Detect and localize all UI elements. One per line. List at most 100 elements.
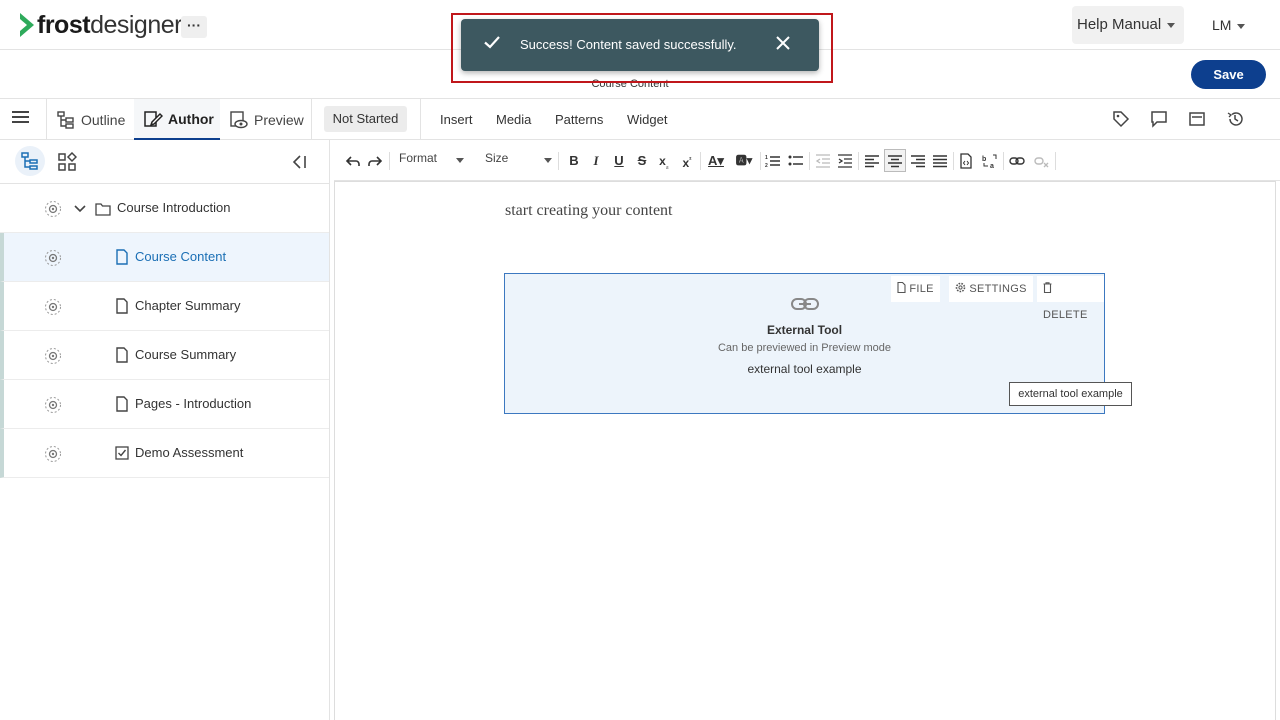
tab-preview-label: Preview bbox=[254, 111, 304, 128]
help-manual-dropdown[interactable]: Help Manual bbox=[1072, 6, 1184, 44]
svg-text:1: 1 bbox=[765, 155, 768, 161]
tree-view-button[interactable] bbox=[15, 146, 45, 176]
user-menu-dropdown[interactable]: LM bbox=[1212, 6, 1252, 44]
page-icon bbox=[116, 249, 128, 265]
tag-icon[interactable] bbox=[1112, 110, 1130, 128]
checkbox-assessment-icon bbox=[115, 446, 129, 460]
layout-icon[interactable] bbox=[1188, 110, 1206, 128]
svg-text:2: 2 bbox=[765, 163, 768, 169]
undo-icon[interactable] bbox=[345, 153, 361, 169]
align-left-icon[interactable] bbox=[864, 153, 880, 169]
gear-icon bbox=[955, 282, 966, 293]
bullet-list-icon[interactable] bbox=[788, 153, 804, 169]
sidebar-item-label: Demo Assessment bbox=[135, 445, 244, 460]
toolbar-separator bbox=[858, 152, 859, 170]
caret-down-icon bbox=[456, 158, 464, 163]
collapse-sidebar-icon[interactable] bbox=[290, 153, 308, 171]
logo-chevron-icon bbox=[20, 13, 34, 37]
menu-widget[interactable]: Widget bbox=[627, 112, 667, 127]
settings-gear-icon[interactable] bbox=[44, 298, 62, 316]
settings-gear-icon[interactable] bbox=[44, 200, 62, 218]
tooltip: external tool example bbox=[1009, 382, 1132, 406]
redo-icon[interactable] bbox=[367, 153, 383, 169]
settings-gear-icon[interactable] bbox=[44, 445, 62, 463]
editor-placeholder-text[interactable]: start creating your content bbox=[505, 202, 673, 220]
external-tool-subtitle: Can be previewed in Preview mode bbox=[717, 342, 892, 354]
sidebar-item-label: Chapter Summary bbox=[135, 298, 241, 313]
settings-gear-icon[interactable] bbox=[44, 347, 62, 365]
settings-gear-icon[interactable] bbox=[44, 249, 62, 267]
subscript-icon[interactable]: x₂ bbox=[656, 153, 672, 170]
editor-toolbar: Format Size B I U S x₂ x² A▾ 🅰▾ 12 ba bbox=[334, 141, 1280, 181]
outdent-icon[interactable] bbox=[815, 153, 831, 169]
close-icon[interactable] bbox=[775, 35, 791, 51]
settings-gear-icon[interactable] bbox=[44, 396, 62, 414]
delete-button[interactable]: DELETE bbox=[1037, 276, 1104, 321]
sidebar-item-course-summary[interactable]: Course Summary bbox=[0, 331, 329, 380]
text-color-icon[interactable]: A▾ bbox=[706, 153, 726, 169]
divider bbox=[420, 99, 421, 139]
italic-icon[interactable]: I bbox=[588, 153, 604, 169]
sidebar-item-course-content[interactable]: Course Content bbox=[0, 233, 329, 282]
tab-outline-label: Outline bbox=[81, 111, 126, 128]
hamburger-menu-icon[interactable] bbox=[12, 111, 29, 125]
user-initials: LM bbox=[1212, 17, 1232, 33]
status-badge[interactable]: Not Started bbox=[324, 106, 407, 132]
grid-view-icon[interactable] bbox=[57, 152, 77, 172]
chevron-down-icon[interactable] bbox=[73, 202, 87, 216]
page-icon bbox=[116, 347, 128, 363]
delete-label: DELETE bbox=[1043, 309, 1088, 321]
tab-preview[interactable]: Preview bbox=[229, 99, 309, 140]
underline-icon[interactable]: U bbox=[611, 153, 627, 169]
tab-author[interactable]: Author bbox=[134, 99, 220, 140]
content-sidebar: Course Introduction Course Content Chapt… bbox=[0, 140, 330, 720]
sidebar-item-pages-introduction[interactable]: Pages - Introduction bbox=[0, 380, 329, 429]
link-icon[interactable] bbox=[1009, 153, 1025, 169]
divider bbox=[46, 99, 47, 139]
logo-text-bold: frost bbox=[37, 10, 91, 39]
size-dropdown[interactable]: Size bbox=[485, 151, 508, 165]
editor-canvas[interactable]: start creating your content bbox=[334, 181, 1276, 720]
align-right-icon[interactable] bbox=[910, 153, 926, 169]
settings-label: SETTINGS bbox=[969, 283, 1027, 295]
sidebar-item-demo-assessment[interactable]: Demo Assessment bbox=[0, 429, 329, 478]
numbered-list-icon[interactable]: 12 bbox=[765, 153, 781, 169]
menu-patterns[interactable]: Patterns bbox=[555, 112, 603, 127]
menu-insert[interactable]: Insert bbox=[440, 112, 473, 127]
sidebar-item-chapter-summary[interactable]: Chapter Summary bbox=[0, 282, 329, 331]
sidebar-item-label: Pages - Introduction bbox=[135, 396, 252, 411]
caret-down-icon bbox=[1167, 22, 1176, 28]
author-edit-icon bbox=[144, 110, 163, 127]
format-dropdown[interactable]: Format bbox=[399, 151, 437, 165]
file-icon bbox=[897, 281, 906, 294]
history-icon[interactable] bbox=[1226, 110, 1244, 128]
settings-button[interactable]: SETTINGS bbox=[949, 276, 1033, 302]
bold-icon[interactable]: B bbox=[566, 153, 582, 169]
align-justify-icon[interactable] bbox=[932, 153, 948, 169]
comment-icon[interactable] bbox=[1150, 110, 1168, 128]
tab-outline[interactable]: Outline bbox=[56, 99, 132, 140]
save-button[interactable]: Save bbox=[1191, 60, 1266, 89]
file-button[interactable]: FILE bbox=[891, 276, 940, 302]
more-options-button[interactable]: ··· bbox=[181, 16, 207, 38]
tree-view-icon bbox=[21, 152, 38, 170]
sidebar-item-label: Course Content bbox=[135, 249, 227, 264]
align-center-icon bbox=[888, 155, 902, 168]
sidebar-header bbox=[0, 140, 329, 184]
folder-icon bbox=[95, 203, 111, 216]
source-code-icon[interactable] bbox=[958, 153, 974, 169]
tab-author-label: Author bbox=[168, 110, 214, 127]
superscript-icon[interactable]: x² bbox=[679, 153, 695, 170]
page-icon bbox=[116, 298, 128, 314]
frost-designer-logo[interactable]: frost designer bbox=[20, 10, 182, 40]
unlink-icon[interactable] bbox=[1034, 153, 1050, 169]
find-replace-icon[interactable]: ba bbox=[982, 153, 998, 169]
toolbar-separator bbox=[389, 152, 390, 170]
menu-media[interactable]: Media bbox=[496, 112, 531, 127]
align-center-active[interactable] bbox=[884, 149, 906, 172]
sidebar-item-label: Course Summary bbox=[135, 347, 237, 362]
background-color-icon[interactable]: 🅰▾ bbox=[733, 153, 755, 169]
strikethrough-icon[interactable]: S bbox=[634, 153, 650, 169]
sidebar-item-course-introduction[interactable]: Course Introduction bbox=[0, 184, 329, 233]
indent-icon[interactable] bbox=[837, 153, 853, 169]
